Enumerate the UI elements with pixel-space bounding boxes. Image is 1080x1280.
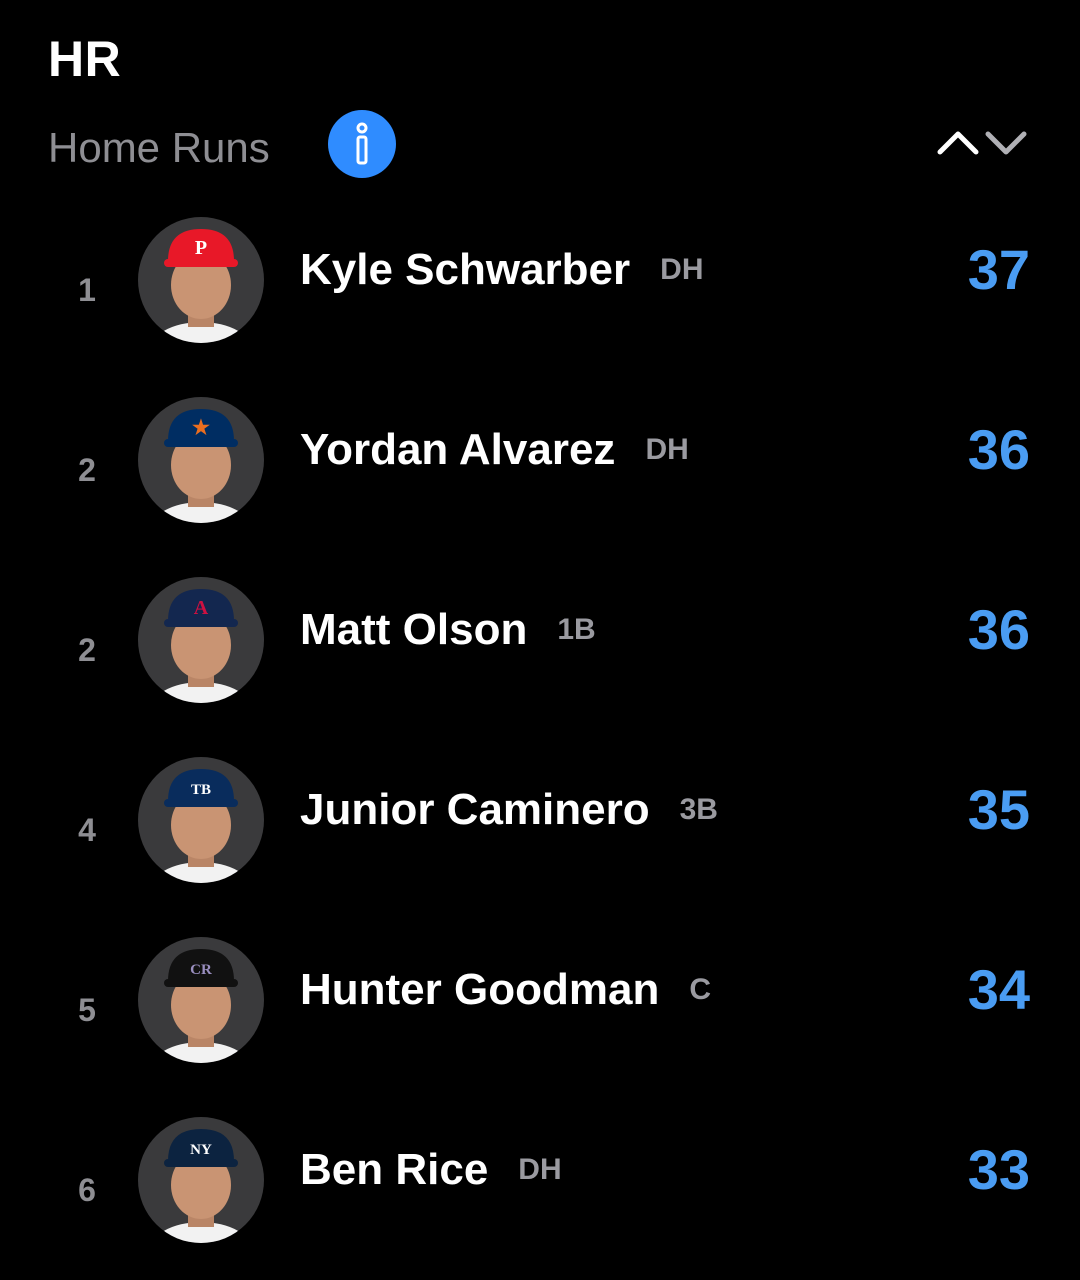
stat-value: 34 [967, 958, 1030, 1021]
player-avatar[interactable]: P [138, 217, 264, 343]
player-name[interactable]: Hunter Goodman [300, 965, 659, 1015]
player-info: Yordan Alvarez DH [300, 360, 689, 540]
sort-ascending-button[interactable] [934, 122, 982, 162]
info-icon [356, 122, 368, 165]
player-name[interactable]: Ben Rice [300, 1145, 488, 1195]
svg-text:A: A [194, 597, 209, 619]
rank-number: 2 [78, 452, 96, 488]
svg-text:★: ★ [192, 417, 210, 439]
player-info: Matt Olson 1B [300, 540, 596, 720]
rank-number: 1 [78, 272, 96, 308]
player-headshot-icon: CR [151, 949, 251, 1063]
player-headshot-icon: A [151, 589, 251, 703]
player-position: C [689, 973, 711, 1006]
rank-number: 4 [78, 812, 96, 848]
list-item[interactable]: 1 P Kyle Schwarber DH 37 [0, 200, 1080, 380]
player-headshot-icon: NY [151, 1129, 251, 1243]
list-item[interactable]: 2 A Matt Olson 1B 36 [0, 560, 1080, 740]
stat-value: 37 [967, 238, 1030, 301]
sort-descending-button[interactable] [982, 122, 1030, 162]
rank-number: 6 [78, 1172, 96, 1208]
player-avatar[interactable]: TB [138, 757, 264, 883]
svg-text:P: P [195, 237, 207, 259]
list-item[interactable]: 4 TB Junior Caminero 3B 35 [0, 740, 1080, 920]
stat-value: 35 [967, 778, 1030, 841]
player-position: DH [660, 253, 704, 286]
player-avatar[interactable]: CR [138, 937, 264, 1063]
player-headshot-icon: TB [151, 769, 251, 883]
player-avatar[interactable]: A [138, 577, 264, 703]
player-position: 3B [679, 793, 718, 826]
player-position: DH [645, 433, 689, 466]
stat-value: 36 [967, 418, 1030, 481]
svg-text:NY: NY [190, 1142, 212, 1158]
player-avatar[interactable]: NY [138, 1117, 264, 1243]
chevron-up-icon [937, 131, 979, 155]
sort-controls [934, 122, 1034, 162]
player-position: 1B [557, 613, 596, 646]
list-item[interactable]: 5 CR Hunter Goodman C 34 [0, 920, 1080, 1100]
player-avatar[interactable]: ★ [138, 397, 264, 523]
list-item[interactable]: 6 NY Ben Rice DH 33 [0, 1100, 1080, 1280]
stat-value: 33 [967, 1138, 1030, 1201]
player-name[interactable]: Kyle Schwarber [300, 245, 630, 295]
player-info: Hunter Goodman C [300, 900, 711, 1080]
player-name[interactable]: Yordan Alvarez [300, 425, 615, 475]
svg-text:TB: TB [191, 782, 211, 798]
player-headshot-icon: P [151, 229, 251, 343]
player-info: Ben Rice DH [300, 1080, 562, 1260]
stat-full-name: Home Runs [48, 124, 270, 171]
rank-number: 2 [78, 632, 96, 668]
player-info: Junior Caminero 3B [300, 720, 718, 900]
player-name[interactable]: Junior Caminero [300, 785, 650, 835]
player-headshot-icon: ★ [151, 409, 251, 523]
svg-text:CR: CR [190, 962, 212, 978]
chevron-down-icon [985, 131, 1027, 155]
stat-abbreviation: HR [48, 31, 122, 87]
list-item[interactable]: 2 ★ Yordan Alvarez DH 36 [0, 380, 1080, 560]
info-button[interactable] [328, 110, 396, 178]
player-name[interactable]: Matt Olson [300, 605, 527, 655]
stat-value: 36 [967, 598, 1030, 661]
rank-number: 5 [78, 992, 96, 1028]
leaders-list: 1 P Kyle Schwarber DH 37 2 ★ Yordan Alvarez DH 36… [0, 200, 1080, 1280]
player-position: DH [518, 1153, 562, 1186]
player-info: Kyle Schwarber DH [300, 180, 704, 360]
